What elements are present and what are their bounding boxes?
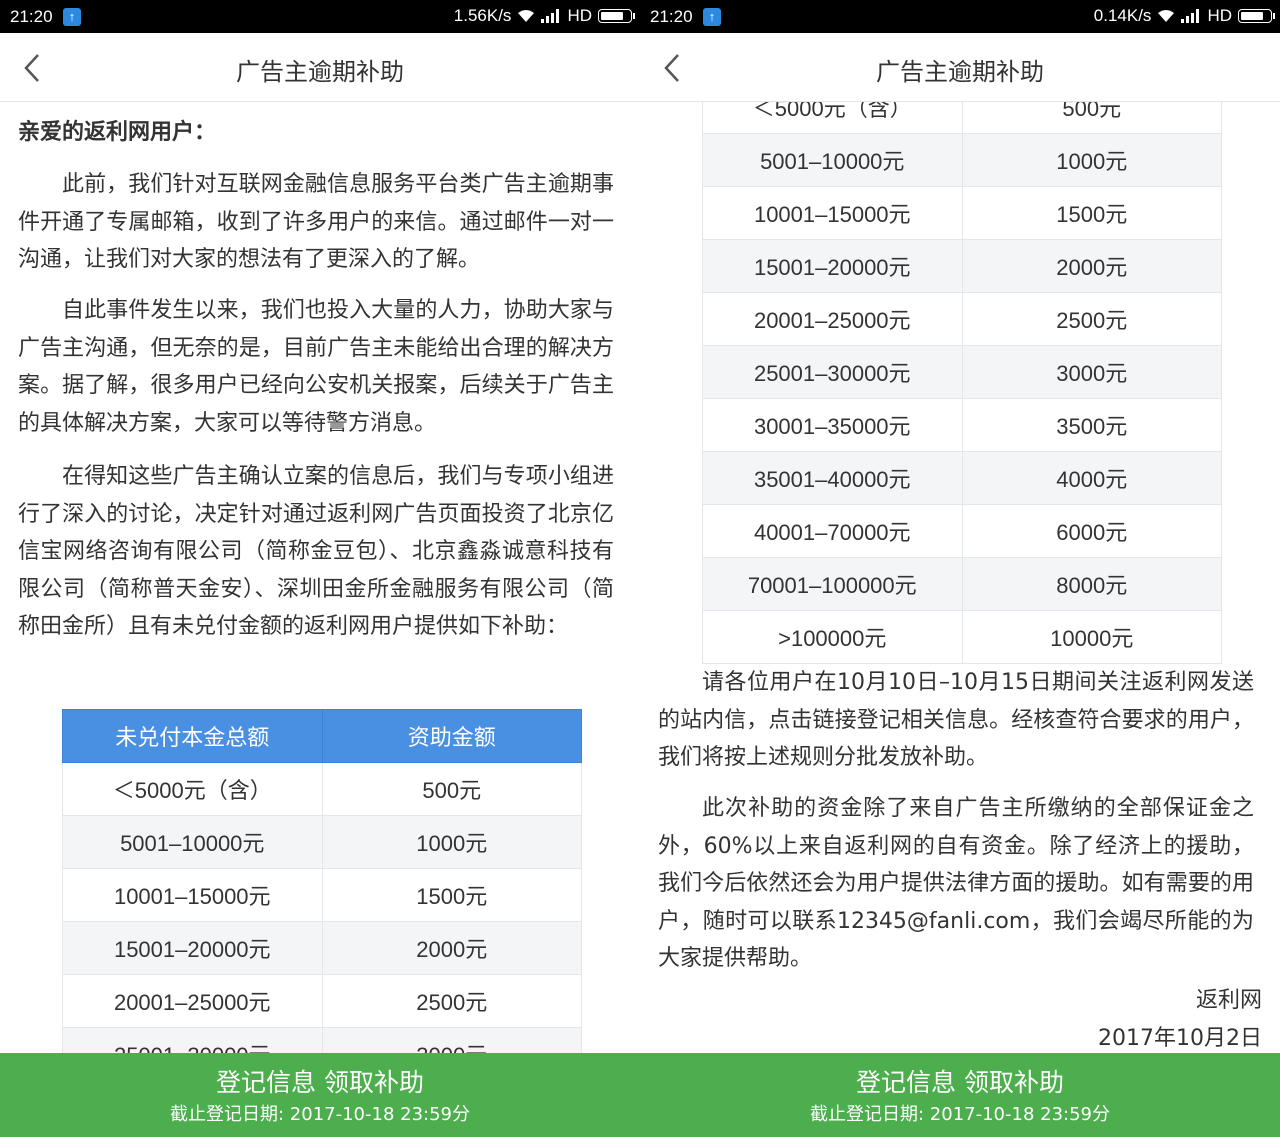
signature-org: 返利网	[1195, 988, 1262, 1013]
subsidy-amount-cell: 3000元	[321, 1027, 582, 1053]
paragraph-2: 自此事件发生以来，我们也投入大量的人力，协助大家与广告主沟通，但无奈的是，目前广…	[18, 298, 614, 436]
deadline-text: 截止登记日期: 2017-10-18 23:59分	[170, 1104, 470, 1125]
deadline-text: 截止登记日期: 2017-10-18 23:59分	[810, 1104, 1110, 1125]
principal-range-cell: 15001–20000元	[62, 921, 323, 975]
subsidy-amount-cell: 1500元	[961, 186, 1222, 240]
signal-icon	[541, 9, 560, 23]
table-row: ＜5000元（含） 500元	[62, 762, 582, 816]
subsidy-amount-cell: 1500元	[321, 868, 582, 922]
wifi-icon	[1158, 10, 1175, 22]
network-speed: 1.56K/s	[453, 6, 512, 25]
table-header-principal: 未兑付本金总额	[62, 709, 323, 763]
notification-icon: ↑	[63, 8, 81, 26]
subsidy-table: 未兑付本金总额 资助金额 ＜5000元（含） 500元 5001–10000元 100…	[62, 709, 582, 1053]
subsidy-amount-cell: 6000元	[961, 504, 1222, 558]
subsidy-table: ＜5000元（含） 500元 5001–10000元 1000元 10001–15000…	[702, 102, 1222, 664]
register-button[interactable]: 登记信息 领取补助 截止登记日期: 2017-10-18 23:59分	[0, 1053, 640, 1137]
article-content: ＜5000元（含） 500元 5001–10000元 1000元 10001–15000…	[640, 102, 1280, 1053]
register-button-label: 登记信息 领取补助	[216, 1068, 424, 1097]
subsidy-amount-cell: 500元	[961, 102, 1222, 134]
network-type: HD	[1207, 6, 1232, 25]
subsidy-amount-cell: 2500元	[321, 974, 582, 1028]
principal-range-cell: ＜5000元（含）	[62, 762, 323, 816]
right-screen: ＜5000元（含） 500元 5001–10000元 1000元 10001–15000…	[640, 0, 1280, 1137]
principal-range-cell: 25001–30000元	[62, 1027, 323, 1053]
principal-range-cell: 35001–40000元	[702, 451, 963, 505]
register-button-label: 登记信息 领取补助	[856, 1068, 1064, 1097]
page-title: 广告主逾期补助	[236, 58, 404, 86]
status-bar: 21:20 ↑ 0.14K/s HD	[640, 0, 1280, 33]
principal-range-cell: 10001–15000元	[62, 868, 323, 922]
subsidy-amount-cell: 3000元	[961, 345, 1222, 399]
signature-date: 2017年10月2日	[1098, 1026, 1262, 1051]
subsidy-amount-cell: 2000元	[961, 239, 1222, 293]
principal-range-cell: 20001–25000元	[702, 292, 963, 346]
wifi-icon	[518, 10, 535, 22]
principal-range-cell: ＜5000元（含）	[702, 102, 963, 134]
table-row: 35001–40000元 4000元	[702, 451, 1222, 505]
nav-bar: 广告主逾期补助	[0, 33, 640, 102]
principal-range-cell: 25001–30000元	[702, 345, 963, 399]
principal-range-cell: 40001–70000元	[702, 504, 963, 558]
subsidy-amount-cell: 3500元	[961, 398, 1222, 452]
principal-range-cell: 5001–10000元	[62, 815, 323, 869]
subsidy-amount-cell: 1000元	[961, 133, 1222, 187]
principal-range-cell: 30001–35000元	[702, 398, 963, 452]
battery-icon	[1238, 9, 1275, 23]
table-row: 10001–15000元 1500元	[62, 868, 582, 922]
subsidy-amount-cell: 8000元	[961, 557, 1222, 611]
table-row: 20001–25000元 2500元	[702, 292, 1222, 346]
table-row: ＜5000元（含） 500元	[702, 102, 1222, 134]
table-row: 5001–10000元 1000元	[702, 133, 1222, 187]
page-title: 广告主逾期补助	[876, 58, 1044, 86]
table-row: 40001–70000元 6000元	[702, 504, 1222, 558]
table-row: 20001–25000元 2500元	[62, 974, 582, 1028]
article-content: 亲爱的返利网用户： 此前，我们针对互联网金融信息服务平台类广告主逾期事件开通了专…	[0, 102, 640, 1053]
table-row: 15001–20000元 2000元	[702, 239, 1222, 293]
nav-bar: 广告主逾期补助	[640, 33, 1280, 102]
table-row: 25001–30000元3000元	[702, 345, 1222, 399]
principal-range-cell: 70001–100000元	[702, 557, 963, 611]
subsidy-amount-cell: 1000元	[321, 815, 582, 869]
table-row: >100000元 10000元	[702, 610, 1222, 664]
paragraph-1: 此前，我们针对互联网金融信息服务平台类广告主逾期事件开通了专属邮箱，收到了许多用…	[18, 172, 614, 272]
status-bar: 21:20 ↑ 1.56K/s HD	[0, 0, 640, 33]
principal-range-cell: 5001–10000元	[702, 133, 963, 187]
table-row: 30001–35000元 3500元	[702, 398, 1222, 452]
principal-range-cell: >100000元	[702, 610, 963, 664]
principal-range-cell: 20001–25000元	[62, 974, 323, 1028]
greeting: 亲爱的返利网用户：	[18, 120, 217, 145]
table-row: 25001–30000元3000元	[62, 1027, 582, 1053]
left-screen: 21:20 ↑ 1.56K/s HD 广告主逾期补助 亲爱的返利网用户： 此前，…	[0, 0, 640, 1137]
table-row: 15001–20000元 2000元	[62, 921, 582, 975]
subsidy-amount-cell: 500元	[321, 762, 582, 816]
network-speed: 0.14K/s	[1093, 6, 1152, 25]
table-row: 5001–10000元 1000元	[62, 815, 582, 869]
principal-range-cell: 15001–20000元	[702, 239, 963, 293]
subsidy-amount-cell: 2000元	[321, 921, 582, 975]
table-header-row: 未兑付本金总额 资助金额	[62, 709, 582, 763]
notification-icon: ↑	[703, 8, 721, 26]
subsidy-amount-cell: 10000元	[961, 610, 1222, 664]
paragraph-5: 此次补助的资金除了来自广告主所缴纳的全部保证金之外，60%以上来自返利网的自有资…	[658, 796, 1254, 971]
subsidy-amount-cell: 4000元	[961, 451, 1222, 505]
table-row: 10001–15000元 1500元	[702, 186, 1222, 240]
battery-icon	[598, 9, 635, 23]
signal-icon	[1181, 9, 1200, 23]
register-button[interactable]: 登记信息 领取补助 截止登记日期: 2017-10-18 23:59分	[640, 1053, 1280, 1137]
status-time: 21:20	[650, 7, 693, 26]
status-time: 21:20	[10, 7, 53, 26]
principal-range-cell: 10001–15000元	[702, 186, 963, 240]
paragraph-3: 在得知这些广告主确认立案的信息后，我们与专项小组进行了深入的讨论，决定针对通过返…	[18, 464, 614, 639]
network-type: HD	[567, 6, 592, 25]
table-row: 70001–100000元 8000元	[702, 557, 1222, 611]
paragraph-4: 请各位用户在10月10日–10月15日期间关注返利网发送的站内信，点击链接登记相…	[658, 670, 1254, 770]
table-header-subsidy: 资助金额	[321, 709, 582, 763]
subsidy-amount-cell: 2500元	[961, 292, 1222, 346]
